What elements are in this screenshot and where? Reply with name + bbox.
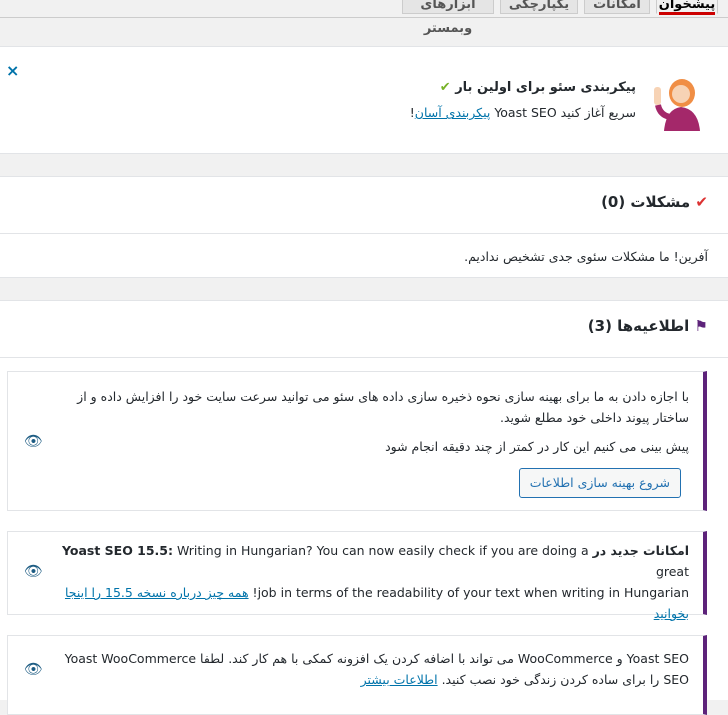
- notification-item: 👁 Yoast SEO و WooCommerce می تواند با اض…: [7, 635, 707, 715]
- divider: [0, 233, 728, 234]
- tab-bar: پیشخوان امکانات یکپارچگی ابزارهای وبمستر: [0, 0, 728, 36]
- yoast-avatar-icon: [654, 79, 700, 131]
- more-info-link[interactable]: اطلاعات بیشتر: [361, 672, 438, 687]
- notification-item: 👁 با اجازه دادن به ما برای بهینه سازی نح…: [7, 371, 707, 511]
- notification-text: ساختار پیوند داخلی خود مطلع شوید.: [499, 410, 689, 425]
- problems-message: آفرین! ما مشکلات سئوی جدی تشخیص ندادیم.: [464, 249, 708, 264]
- close-icon[interactable]: ×: [6, 61, 19, 80]
- configuration-title: پیکربندی سئو برای اولین بار ✔: [439, 80, 636, 95]
- problems-panel: ✔ مشکلات (0) آفرین! ما مشکلات سئوی جدی ت…: [0, 176, 728, 278]
- easy-config-link[interactable]: پیکربندی آسان: [415, 105, 491, 120]
- configuration-subtitle: سریع آغاز کنید Yoast SEO پیکربندی آسان!: [409, 105, 636, 120]
- notification-text: با اجازه دادن به ما برای بهینه سازی نحوه…: [77, 389, 689, 404]
- notification-text: بخوانید: [49, 603, 689, 624]
- notification-text: پیش بینی می کنیم این کار در کمتر از چند …: [385, 439, 689, 454]
- release-notes-link[interactable]: همه چیز درباره نسخه 15.5 را اینجا: [65, 585, 249, 600]
- notifications-panel: ⚑ اطلاعیه‌ها (3) 👁 با اجازه دادن به ما ب…: [0, 300, 728, 715]
- configuration-notice: × پیکربندی سئو برای اولین بار ✔ سریع آغا…: [0, 46, 728, 154]
- dismiss-eye-icon[interactable]: 👁: [24, 562, 43, 580]
- problems-icon: ✔: [695, 193, 708, 211]
- divider: [0, 357, 728, 358]
- notification-text: job in terms of the readability of your …: [64, 585, 689, 600]
- dismiss-eye-icon[interactable]: 👁: [24, 432, 43, 450]
- tab-webmaster-tools[interactable]: ابزارهای وبمستر: [402, 0, 494, 36]
- release-notes-link-cont[interactable]: بخوانید: [654, 606, 689, 621]
- problems-heading: ✔ مشکلات (0): [601, 193, 708, 211]
- check-icon: ✔: [439, 80, 451, 95]
- dismiss-eye-icon[interactable]: 👁: [24, 660, 43, 678]
- notification-text: امکانات جدید در Yoast SEO 15.5: Writing …: [61, 543, 689, 579]
- notification-item: 👁 امکانات جدید در Yoast SEO 15.5: Writin…: [7, 531, 707, 621]
- tab-divider: [0, 17, 728, 18]
- notifications-heading: ⚑ اطلاعیه‌ها (3): [587, 317, 708, 335]
- flag-icon: ⚑: [694, 317, 708, 335]
- notification-text: SEO را برای ساده کردن زندگی خود نصب کنید…: [360, 672, 689, 687]
- tab-dashboard[interactable]: پیشخوان: [656, 0, 718, 15]
- tab-features[interactable]: امکانات: [584, 0, 650, 14]
- notification-text: Yoast SEO و WooCommerce می تواند با اضاف…: [64, 651, 689, 666]
- start-optimize-button[interactable]: شروع بهینه سازی اطلاعات: [518, 468, 681, 498]
- tab-integrations[interactable]: یکپارچگی: [500, 0, 578, 14]
